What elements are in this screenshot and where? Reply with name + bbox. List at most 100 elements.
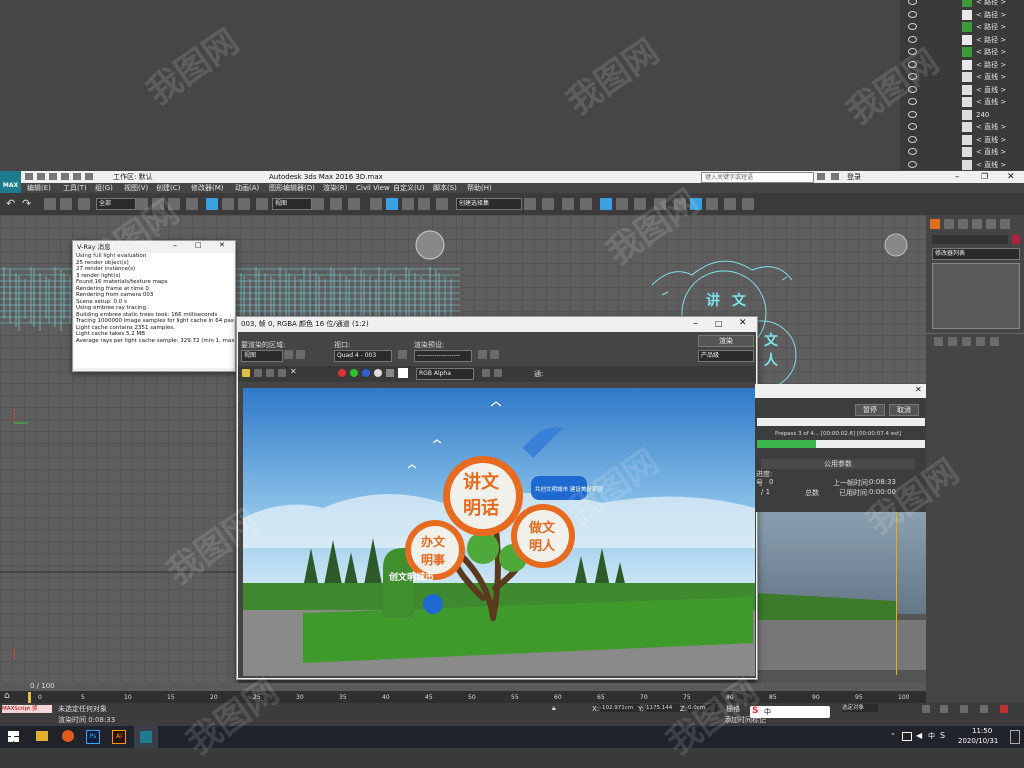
sogou-tray-icon[interactable]: S [940,731,945,740]
render-progress-dialog[interactable]: ✕ 暂停 取消 Prepass 3 of 4... [00:00:02.6] [… [755,384,929,512]
visibility-eye-icon[interactable] [908,10,917,18]
configure-sets-icon[interactable] [990,337,999,346]
align-icon[interactable] [542,198,554,210]
selection-filter-select[interactable]: 全部 [96,198,136,210]
swatch-icon[interactable] [398,368,408,378]
menu-rendering[interactable]: 渲染(R) [323,183,347,193]
pan-icon[interactable] [960,705,968,713]
cancel-button[interactable]: 取消 [889,404,919,416]
scene-explorer-row[interactable]: < 直线 > [900,84,1024,96]
maximize-viewport-icon[interactable] [1000,705,1008,713]
environment-icon[interactable] [490,350,499,359]
render-production-icon[interactable] [706,198,718,210]
place-icon[interactable] [256,198,268,210]
spinner-snap-icon[interactable] [418,198,430,210]
red-channel-icon[interactable] [338,369,346,377]
notification-center-icon[interactable] [1010,730,1020,744]
clock-time[interactable]: 11:50 [972,727,992,735]
network-icon[interactable] [902,732,912,741]
menu-civil-view[interactable]: Civil View [356,183,390,193]
display-tab-icon[interactable] [986,219,996,229]
menu-group[interactable]: 组(G) [95,183,113,193]
monochrome-icon[interactable] [386,369,394,377]
redo-icon[interactable] [73,173,81,180]
copy-image-icon[interactable] [254,369,262,377]
redo-icon[interactable]: ↷ [22,198,34,210]
keyboard-shortcut-icon[interactable] [348,198,360,210]
login-button[interactable]: 登录 [847,171,861,183]
render-online-icon[interactable] [742,198,754,210]
scene-explorer-row[interactable]: < 路径 > [900,0,1024,8]
volume-icon[interactable]: ◀︎ [916,731,922,740]
alpha-channel-icon[interactable] [374,369,382,377]
scene-explorer-row[interactable]: < 直线 > [900,71,1024,83]
new-file-icon[interactable] [25,173,33,180]
menu-help[interactable]: 帮助(H) [467,183,492,193]
file-explorer-icon[interactable] [36,731,48,741]
reference-coordinate-select[interactable]: 视图 [272,198,312,210]
viewport-bottom-left[interactable] [0,445,238,683]
curve-editor-icon[interactable] [616,198,628,210]
unlink-icon[interactable] [60,198,72,210]
material-editor-icon[interactable] [654,198,666,210]
undo-icon[interactable]: ↶ [6,198,18,210]
show-end-result-icon[interactable] [948,337,957,346]
close-icon[interactable]: ✕ [739,318,747,328]
search-icon[interactable] [817,173,825,180]
firefox-icon[interactable] [62,730,74,742]
scene-explorer-row[interactable]: < 直线 > [900,96,1024,108]
remove-modifier-icon[interactable] [976,337,985,346]
menu-customize[interactable]: 自定义(U) [393,183,425,193]
menu-animation[interactable]: 动画(A) [235,183,259,193]
visibility-eye-icon[interactable] [908,35,917,43]
orbit-icon[interactable] [980,705,988,713]
render-mode-select[interactable]: 产品级 [698,350,754,362]
toggle-ui-icon[interactable] [482,369,490,377]
mirror-icon[interactable] [524,198,536,210]
minimize-icon[interactable]: – [955,171,960,183]
ime-indicator[interactable]: 中 [928,731,935,741]
select-move-icon[interactable] [206,198,218,210]
tray-chevron-icon[interactable]: ⌃ [890,732,896,740]
angle-snap-icon[interactable] [386,198,398,210]
ribbon-toggle-icon[interactable] [580,198,592,210]
menu-tools[interactable]: 工具(T) [63,183,87,193]
coord-x-field[interactable]: -102.971cm [600,704,640,712]
scene-explorer-row[interactable]: < 直线 > [900,146,1024,158]
close-icon[interactable]: ✕ [219,241,225,249]
lock-icon[interactable] [398,350,407,359]
snaps-toggle-icon[interactable] [370,198,382,210]
help-icon[interactable] [831,173,839,180]
visibility-eye-icon[interactable] [908,98,917,105]
scene-explorer-row[interactable]: < 直线 > [900,121,1024,133]
visibility-eye-icon[interactable] [908,160,917,168]
menu-edit[interactable]: 编辑(E) [27,183,51,193]
lock-selection-icon[interactable]: 🔒︎ [552,704,556,713]
maximize-icon[interactable]: ❐ [981,171,988,183]
start-button-icon[interactable] [8,731,19,742]
link-icon[interactable] [44,198,56,210]
timeline[interactable]: 0 / 100 ⌂ 0 5 10 15 20 25 30 35 40 45 50 55 60 65 70 75… [0,682,926,703]
open-file-icon[interactable] [37,173,45,180]
window-crossing-icon[interactable] [186,198,198,210]
select-scale-icon[interactable] [238,198,250,210]
zoom-all-icon[interactable] [940,705,948,713]
taskbar-3dsmax[interactable] [134,726,158,748]
auto-region-icon[interactable] [296,350,305,359]
selected-object-select[interactable]: 选定对象 [842,704,878,712]
scene-explorer[interactable]: < 路径 > < 路径 > < 路径 > < 路径 > < 路径 > < 路径 > < 直线… [900,0,1024,170]
visibility-eye-icon[interactable] [908,148,917,155]
select-manipulate-icon[interactable] [330,198,342,210]
menu-modifiers[interactable]: 修改器(M) [191,183,224,193]
make-unique-icon[interactable] [962,337,971,346]
visibility-eye-icon[interactable] [908,73,917,80]
select-by-name-icon[interactable] [152,198,164,210]
menu-views[interactable]: 视图(V) [124,183,148,193]
green-channel-icon[interactable] [350,369,358,377]
common-params-header[interactable]: 公用参数 [761,459,915,469]
object-color-swatch[interactable] [1012,235,1020,244]
timeline-toggle-icon[interactable]: ⌂ [4,691,10,701]
zoom-icon[interactable] [922,705,930,713]
schematic-view-icon[interactable] [634,198,646,210]
pause-button[interactable]: 暂停 [855,404,885,416]
